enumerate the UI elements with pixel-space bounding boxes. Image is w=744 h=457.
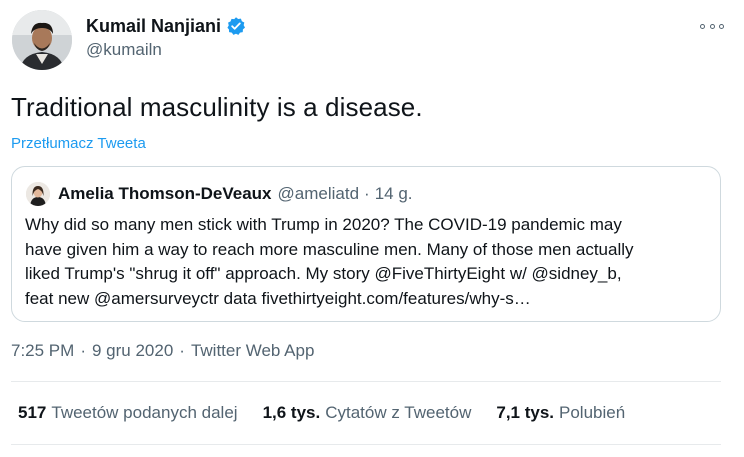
separator-dot: ·: [364, 184, 370, 203]
author-avatar-image: [12, 10, 72, 70]
author-name[interactable]: Kumail Nanjiani: [86, 16, 221, 37]
divider: [11, 381, 721, 382]
tweet-source[interactable]: Twitter Web App: [191, 341, 314, 361]
quoted-text-line: have given him a way to reach more mascu…: [25, 239, 634, 259]
more-dot: [709, 23, 715, 29]
quoted-author-name: Amelia Thomson-DeVeaux: [58, 184, 272, 203]
stat-count: 7,1 tys.: [496, 403, 555, 422]
quoted-timestamp: 14 g.: [374, 184, 413, 203]
quoted-text-line: liked Trump's "shrug it off" approach. M…: [25, 264, 622, 283]
author-name-row: Kumail Nanjiani: [86, 14, 246, 38]
quote-tweets-stat[interactable]: 1,6 tys. Cytatów z Tweetów: [263, 403, 472, 423]
quoted-avatar-image: [26, 182, 50, 206]
tweet-date[interactable]: 9 gru 2020: [92, 341, 173, 361]
separator-dot: ·: [80, 341, 86, 360]
separator-dot: ·: [179, 341, 185, 360]
tweet-text: Traditional masculinity is a disease.: [11, 92, 423, 122]
stat-label: Cytatów z Tweetów: [325, 403, 472, 422]
quoted-text-line: Why did so many men stick with Trump in …: [25, 215, 622, 234]
more-options-icon[interactable]: [700, 16, 724, 36]
quoted-text: Why did so many men stick with Trump in …: [25, 213, 715, 311]
stat-label: Polubień: [559, 403, 626, 422]
translate-tweet-link[interactable]: Przetłumacz Tweeta: [11, 135, 146, 152]
author-avatar[interactable]: [12, 10, 72, 70]
quoted-header: Amelia Thomson-DeVeaux @ameliatd · 14 g.: [58, 182, 413, 206]
quoted-author-handle: @ameliatd: [277, 184, 360, 203]
tweet-stats: 517 Tweetów podanych dalej 1,6 tys. Cyta…: [18, 403, 650, 423]
likes-stat[interactable]: 7,1 tys. Polubień: [496, 403, 625, 423]
more-dot: [700, 23, 705, 29]
tweet-card: Kumail Nanjiani @kumailn Traditional mas…: [0, 0, 744, 457]
tweet-meta: 7:25 PM · 9 gru 2020 · Twitter Web App: [11, 341, 314, 361]
quoted-author-avatar: [26, 182, 50, 206]
verified-badge-icon: [226, 16, 246, 36]
quoted-tweet[interactable]: Amelia Thomson-DeVeaux @ameliatd · 14 g.…: [11, 166, 721, 322]
author-handle[interactable]: @kumailn: [86, 40, 162, 60]
more-dot: [719, 23, 724, 29]
quoted-text-line: feat new @amersurveyctr data fivethirtye…: [25, 288, 531, 308]
retweets-stat[interactable]: 517 Tweetów podanych dalej: [18, 403, 238, 423]
divider: [11, 444, 721, 445]
stat-count: 1,6 tys.: [262, 403, 321, 422]
stat-count: 517: [18, 403, 47, 422]
tweet-time[interactable]: 7:25 PM: [11, 341, 74, 361]
stat-label: Tweetów podanych dalej: [51, 403, 238, 422]
